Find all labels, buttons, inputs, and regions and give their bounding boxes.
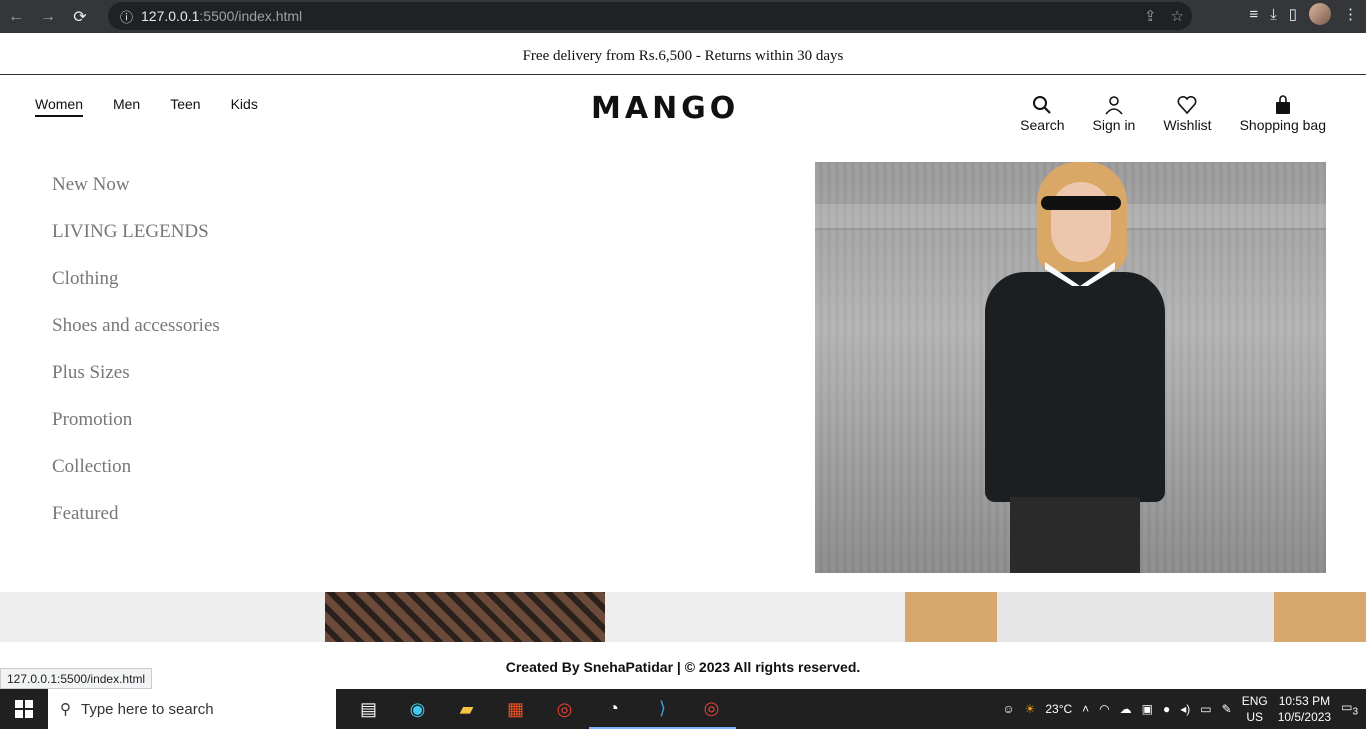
banner-image-right[interactable] <box>905 592 1366 642</box>
taskbar-search-placeholder: Type here to search <box>81 700 214 718</box>
language-indicator[interactable]: ENG US <box>1242 693 1268 725</box>
battery-icon[interactable]: ▭ <box>1200 702 1211 716</box>
language-region: US <box>1246 710 1264 724</box>
header-actions: Search Sign in Wishlist Shopping bag <box>1020 95 1326 133</box>
reload-icon[interactable]: ⟳ <box>64 1 96 33</box>
people-icon[interactable]: ☺ <box>1002 702 1014 716</box>
file-explorer-icon[interactable]: ▰ <box>442 689 491 729</box>
download-icon[interactable]: ⤓ <box>1270 6 1277 23</box>
store-icon[interactable]: ▦ <box>491 689 540 729</box>
site-info-icon[interactable]: ⓘ <box>120 7 133 26</box>
weather-temp[interactable]: 23°C <box>1045 702 1072 716</box>
clock-date: 10/5/2023 <box>1277 710 1332 724</box>
footer-text: Created By SnehaPatidar | © 2023 All rig… <box>505 659 861 675</box>
nav-men[interactable]: Men <box>113 96 140 112</box>
site-header: Women Men Teen Kids MANGO Search Sign in… <box>0 75 1366 155</box>
browser-toolbar: ← → ⟳ ⓘ 127.0.0.1:5500/index.html ⇪ ☆ ≡ … <box>0 0 1366 33</box>
task-view-icon[interactable]: ▤ <box>344 689 393 729</box>
heart-icon <box>1177 95 1197 115</box>
announcement-bar: Free delivery from Rs.6,500 - Returns wi… <box>0 38 1366 75</box>
hero-image[interactable] <box>815 162 1326 573</box>
announcement-text: Free delivery from Rs.6,500 - Returns wi… <box>522 47 844 64</box>
taskbar-apps: ▤ ◉ ▰ ▦ ◎ ◔ ⟩ ◎ <box>344 689 736 729</box>
nav-teen[interactable]: Teen <box>170 96 200 112</box>
nav-women[interactable]: Women <box>35 96 83 112</box>
chrome-icon[interactable]: ◎ <box>540 689 589 729</box>
weather-icon[interactable]: ☀ <box>1025 702 1036 716</box>
windows-logo-icon <box>15 700 33 718</box>
status-bar-url: 127.0.0.1:5500/index.html <box>0 668 153 689</box>
vscode-icon[interactable]: ⟩ <box>638 689 687 729</box>
menu-item-shoes-accessories[interactable]: Shoes and accessories <box>52 314 220 361</box>
menu-item-collection[interactable]: Collection <box>52 455 220 502</box>
menu-item-plus-sizes[interactable]: Plus Sizes <box>52 361 220 408</box>
back-icon[interactable]: ← <box>0 1 32 33</box>
wishlist-button[interactable]: Wishlist <box>1163 95 1212 133</box>
signin-button[interactable]: Sign in <box>1092 95 1136 133</box>
search-label: Search <box>1020 117 1065 133</box>
meet-icon[interactable]: ▣ <box>1142 702 1153 716</box>
address-bar[interactable]: ⓘ 127.0.0.1:5500/index.html ⇪ ☆ <box>108 2 1192 30</box>
network-icon[interactable]: ◠ <box>1099 702 1109 716</box>
taskbar-search[interactable]: ⚲ Type here to search <box>48 689 336 729</box>
search-button[interactable]: Search <box>1020 95 1065 133</box>
address-url[interactable]: 127.0.0.1:5500/index.html <box>141 8 302 24</box>
side-panel-icon[interactable]: ▯ <box>1289 5 1297 23</box>
search-icon <box>1033 96 1052 114</box>
forward-icon[interactable]: → <box>32 1 64 33</box>
wishlist-label: Wishlist <box>1163 117 1212 133</box>
menu-item-living-legends[interactable]: LIVING LEGENDS <box>52 220 220 267</box>
notification-icon[interactable]: ▭3 <box>1341 700 1358 717</box>
product-banner-strip <box>0 592 1366 642</box>
nav-kids[interactable]: Kids <box>231 96 258 112</box>
clock-time: 10:53 PM <box>1278 694 1331 708</box>
volume-icon[interactable]: ◂) <box>1180 702 1190 716</box>
reading-list-icon[interactable]: ≡ <box>1249 6 1258 23</box>
women-menu: New Now LIVING LEGENDS Clothing Shoes an… <box>52 173 220 549</box>
menu-item-promotion[interactable]: Promotion <box>52 408 220 455</box>
user-icon <box>1105 96 1123 115</box>
search-icon: ⚲ <box>60 701 71 718</box>
webpage: Free delivery from Rs.6,500 - Returns wi… <box>0 38 1366 689</box>
category-nav: Women Men Teen Kids <box>35 96 258 112</box>
mic-icon[interactable]: ● <box>1163 702 1170 716</box>
signin-label: Sign in <box>1092 117 1136 133</box>
notification-count: 3 <box>1352 706 1358 718</box>
edge-icon[interactable]: ◉ <box>393 689 442 729</box>
menu-item-new-now[interactable]: New Now <box>52 173 220 220</box>
shopping-bag-icon <box>1275 95 1290 114</box>
windows-taskbar: ⚲ Type here to search ▤ ◉ ▰ ▦ ◎ ◔ ⟩ ◎ ☺ … <box>0 689 1366 729</box>
clock[interactable]: 10:53 PM 10/5/2023 <box>1278 693 1331 725</box>
cloud-icon[interactable]: ☁ <box>1120 702 1132 716</box>
menu-item-clothing[interactable]: Clothing <box>52 267 220 314</box>
profile-avatar[interactable] <box>1309 3 1331 25</box>
banner-image-left[interactable] <box>325 592 605 642</box>
shopping-bag-button[interactable]: Shopping bag <box>1240 95 1326 133</box>
language-code: ENG <box>1241 694 1268 708</box>
menu-kebab-icon[interactable]: ⋮ <box>1343 5 1358 23</box>
brand-logo[interactable]: MANGO <box>591 91 739 126</box>
share-icon[interactable]: ⇪ <box>1144 7 1157 25</box>
obs-icon[interactable]: ◔ <box>589 689 638 729</box>
bookmark-star-icon[interactable]: ☆ <box>1171 7 1184 25</box>
start-button[interactable] <box>0 689 48 729</box>
menu-item-featured[interactable]: Featured <box>52 502 220 549</box>
chevron-up-icon[interactable]: ˄ <box>1082 702 1089 716</box>
chrome-profile-icon[interactable]: ◎ <box>687 689 736 729</box>
system-tray: ☺ ☀ 23°C ˄ ◠ ☁ ▣ ● ◂) ▭ ✎ ENG US 10:53 P… <box>1002 689 1366 729</box>
pen-icon[interactable]: ✎ <box>1222 702 1232 716</box>
shopping-bag-label: Shopping bag <box>1239 117 1326 133</box>
